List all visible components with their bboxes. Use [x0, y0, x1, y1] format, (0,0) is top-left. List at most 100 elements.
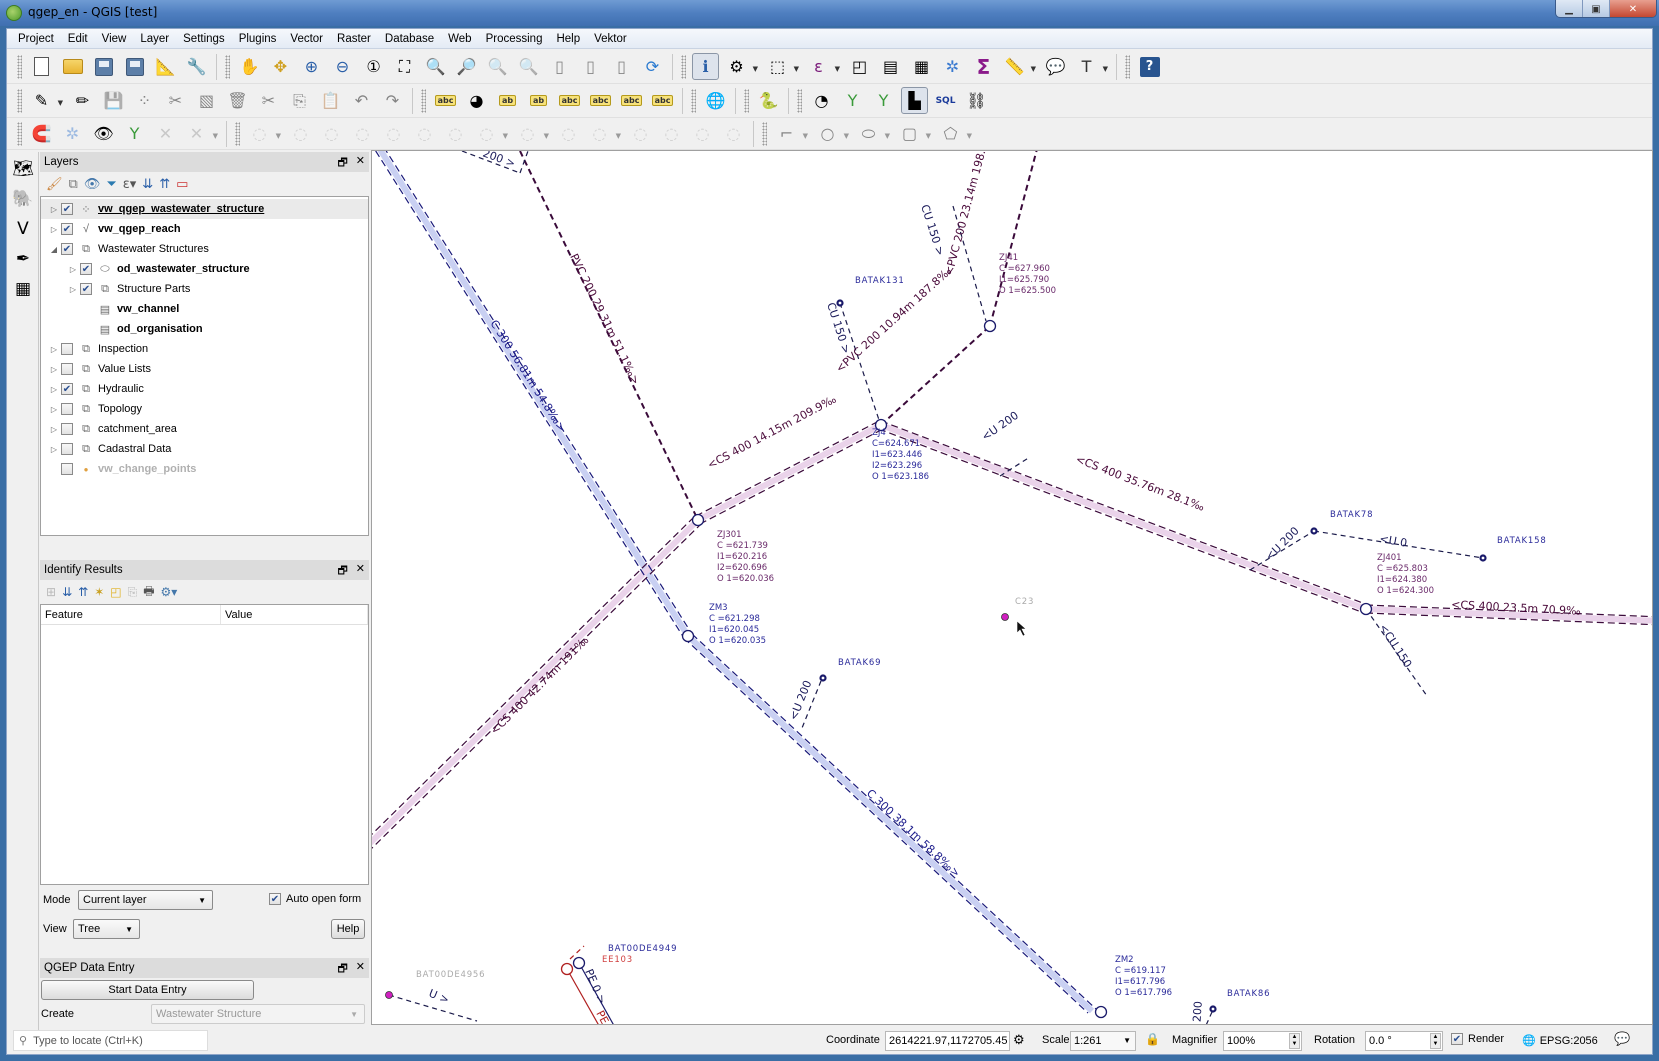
zoom-last-button[interactable]: 🔍 — [484, 53, 511, 80]
layer-visibility-checkbox[interactable] — [61, 403, 73, 415]
paste-features-button[interactable]: 📋 — [317, 87, 344, 114]
polygon-tool-button[interactable]: ⬠ ▼ — [937, 120, 972, 147]
identify-button[interactable]: ℹ — [692, 53, 719, 80]
layer-tree-item[interactable]: ▤ vw_channel — [41, 299, 368, 319]
layer-tree-item[interactable]: ▷ ✔ ⁘ vw_qgep_wastewater_structure — [41, 199, 368, 219]
minimize-button[interactable]: ▁ — [1556, 0, 1583, 17]
dropdown-arrow-icon[interactable]: ▼ — [926, 132, 931, 140]
expand-arrow-icon[interactable]: ▷ — [47, 405, 61, 414]
expand-arrow-icon[interactable]: ▷ — [47, 205, 61, 214]
split-parts-button[interactable]: ◌ ▼ — [514, 120, 549, 147]
delete-ring-button[interactable]: ◌ — [349, 120, 376, 147]
help-button[interactable]: Help — [331, 919, 365, 939]
move-feature-button[interactable]: ◌ — [720, 120, 747, 147]
add-circular-string-button[interactable]: ◌ — [689, 120, 716, 147]
save-project-button[interactable] — [90, 53, 117, 80]
zoom-actual-button[interactable]: ① — [360, 53, 387, 80]
layer-visibility-checkbox[interactable] — [61, 423, 73, 435]
toolbox-button[interactable]: ✲ — [939, 53, 966, 80]
zoom-to-layer-button[interactable]: 🔎 — [453, 53, 480, 80]
menu-help[interactable]: Help — [549, 33, 587, 45]
dropdown-arrow-icon[interactable]: ▼ — [1031, 65, 1036, 73]
menu-database[interactable]: Database — [378, 33, 441, 45]
expand-arrow-icon[interactable]: ▷ — [47, 225, 61, 234]
measure-button[interactable]: 📏 ▼ — [1001, 53, 1036, 80]
layer-visibility-checkbox[interactable] — [61, 343, 73, 355]
snapping-button[interactable]: 🧲 — [28, 120, 55, 147]
map-canvas[interactable]: C 300 56.81m 54.8‰> PVC 200 29.31m 51.1‰>… — [371, 150, 1653, 1025]
manage-visibility-icon[interactable]: 👁 — [84, 177, 101, 192]
layer-tree-item[interactable]: ▷ ⧉ catchment_area — [41, 419, 368, 439]
map-tips-button[interactable]: ▯ — [608, 53, 635, 80]
expand-all-icon[interactable]: ⇊ — [62, 585, 72, 599]
menu-raster[interactable]: Raster — [330, 33, 378, 45]
layer-visibility-checkbox[interactable]: ✔ — [80, 283, 92, 295]
zoom-out-button[interactable]: ⊖ — [329, 53, 356, 80]
maximize-button[interactable]: ▣ — [1583, 0, 1610, 17]
undo-button[interactable]: ↶ — [348, 87, 375, 114]
rectangle-tool-button[interactable]: ▢ ▼ — [896, 120, 931, 147]
collapse-arrow-icon[interactable]: ◢ — [47, 245, 61, 254]
menu-processing[interactable]: Processing — [479, 33, 550, 45]
qgep-connect-button[interactable]: ⛓ — [963, 87, 990, 114]
composer-manager-button[interactable]: 🔧 — [183, 53, 210, 80]
filter-legend-icon[interactable]: ⏷ — [106, 177, 116, 192]
qgep-profile-button[interactable]: ◔ — [808, 87, 835, 114]
render-checkbox[interactable]: ✔ Render — [1451, 1033, 1504, 1045]
qgep-upstream-button[interactable]: Y — [839, 87, 866, 114]
messages-icon[interactable]: 💬 — [1614, 1031, 1630, 1047]
digitize-curve-button[interactable]: ⌐ ▼ — [773, 120, 808, 147]
menu-settings[interactable]: Settings — [176, 33, 232, 45]
rotate-point-symbols-button[interactable]: ◌ — [627, 120, 654, 147]
dropdown-arrow-icon[interactable]: ▼ — [835, 65, 840, 73]
toolbar-grip-handle[interactable] — [762, 121, 767, 146]
merge-attributes-button[interactable]: ◌ ▼ — [586, 120, 621, 147]
change-label-button[interactable]: abc — [649, 87, 676, 114]
spin-arrows-icon[interactable]: ▲ ▼ — [1430, 1033, 1441, 1049]
expand-arrow-icon[interactable]: ▷ — [66, 285, 80, 294]
layer-visibility-checkbox[interactable]: ✔ — [61, 243, 73, 255]
dropdown-arrow-icon[interactable]: ▼ — [616, 132, 621, 140]
layer-tree-item[interactable]: ◢ ✔ ⧉ Wastewater Structures — [41, 239, 368, 259]
add-group-icon[interactable]: ⧉ — [69, 177, 78, 192]
merge-features-button[interactable]: ◌ — [555, 120, 582, 147]
auto-open-form-checkbox[interactable]: ✔ Auto open form — [269, 893, 361, 905]
layer-visibility-checkbox[interactable] — [61, 463, 73, 475]
undock-icon[interactable]: 🗗 — [337, 960, 347, 979]
menu-vektor[interactable]: Vektor — [587, 33, 634, 45]
toolbar-grip-handle[interactable] — [691, 88, 696, 113]
save-as-button[interactable] — [121, 53, 148, 80]
undock-icon[interactable]: 🗗 — [337, 154, 347, 173]
layer-tree-item[interactable]: ▷ ✔ √ vw_qgep_reach — [41, 219, 368, 239]
dropdown-arrow-icon[interactable]: ▼ — [753, 65, 758, 73]
add-raster-layer-icon[interactable]: 🗺 — [10, 156, 36, 182]
menu-plugins[interactable]: Plugins — [232, 33, 284, 45]
intersection-button[interactable]: ✕ — [152, 120, 179, 147]
expand-tree-icon[interactable]: ⊞ — [46, 585, 56, 599]
layer-tree-item[interactable]: ▷ ✔ ⬭ od_wastewater_structure — [41, 259, 368, 279]
close-panel-icon[interactable]: ✕ — [356, 960, 365, 979]
toolbar-grip-handle[interactable] — [744, 88, 749, 113]
statistics-button[interactable]: Σ — [970, 53, 997, 80]
show-hide-labels-button[interactable]: abc — [556, 87, 583, 114]
menu-layer[interactable]: Layer — [133, 33, 176, 45]
deselect-all-button[interactable]: ◰ — [846, 53, 873, 80]
toolbar-grip-handle[interactable] — [17, 54, 22, 79]
highlight-pinned-labels-button[interactable]: ab — [525, 87, 552, 114]
dropdown-arrow-icon[interactable]: ▼ — [844, 132, 849, 140]
close-panel-icon[interactable]: ✕ — [356, 562, 365, 581]
refresh-button[interactable]: ⟳ — [639, 53, 666, 80]
layer-tree-item[interactable]: ● vw_change_points — [41, 459, 368, 479]
layer-visibility-checkbox[interactable]: ✔ — [80, 263, 92, 275]
add-vector-layer-icon[interactable]: V — [10, 216, 36, 242]
pan-button[interactable]: ✋ — [236, 53, 263, 80]
split-features-button[interactable]: ◌ ▼ — [473, 120, 508, 147]
toolbar-grip-handle[interactable] — [681, 54, 686, 79]
pan-to-selection-button[interactable]: ✥ — [267, 53, 294, 80]
menu-project[interactable]: Project — [11, 33, 61, 45]
lock-scale-icon[interactable]: 🔒 — [1145, 1032, 1160, 1046]
toolbar-grip-handle[interactable] — [797, 88, 802, 113]
rotation-spinbox[interactable]: 0.0 ° ▲ ▼ — [1365, 1031, 1443, 1051]
collapse-all-icon[interactable]: ⇈ — [159, 177, 170, 192]
copy-features-button[interactable]: ⎘ — [286, 87, 313, 114]
